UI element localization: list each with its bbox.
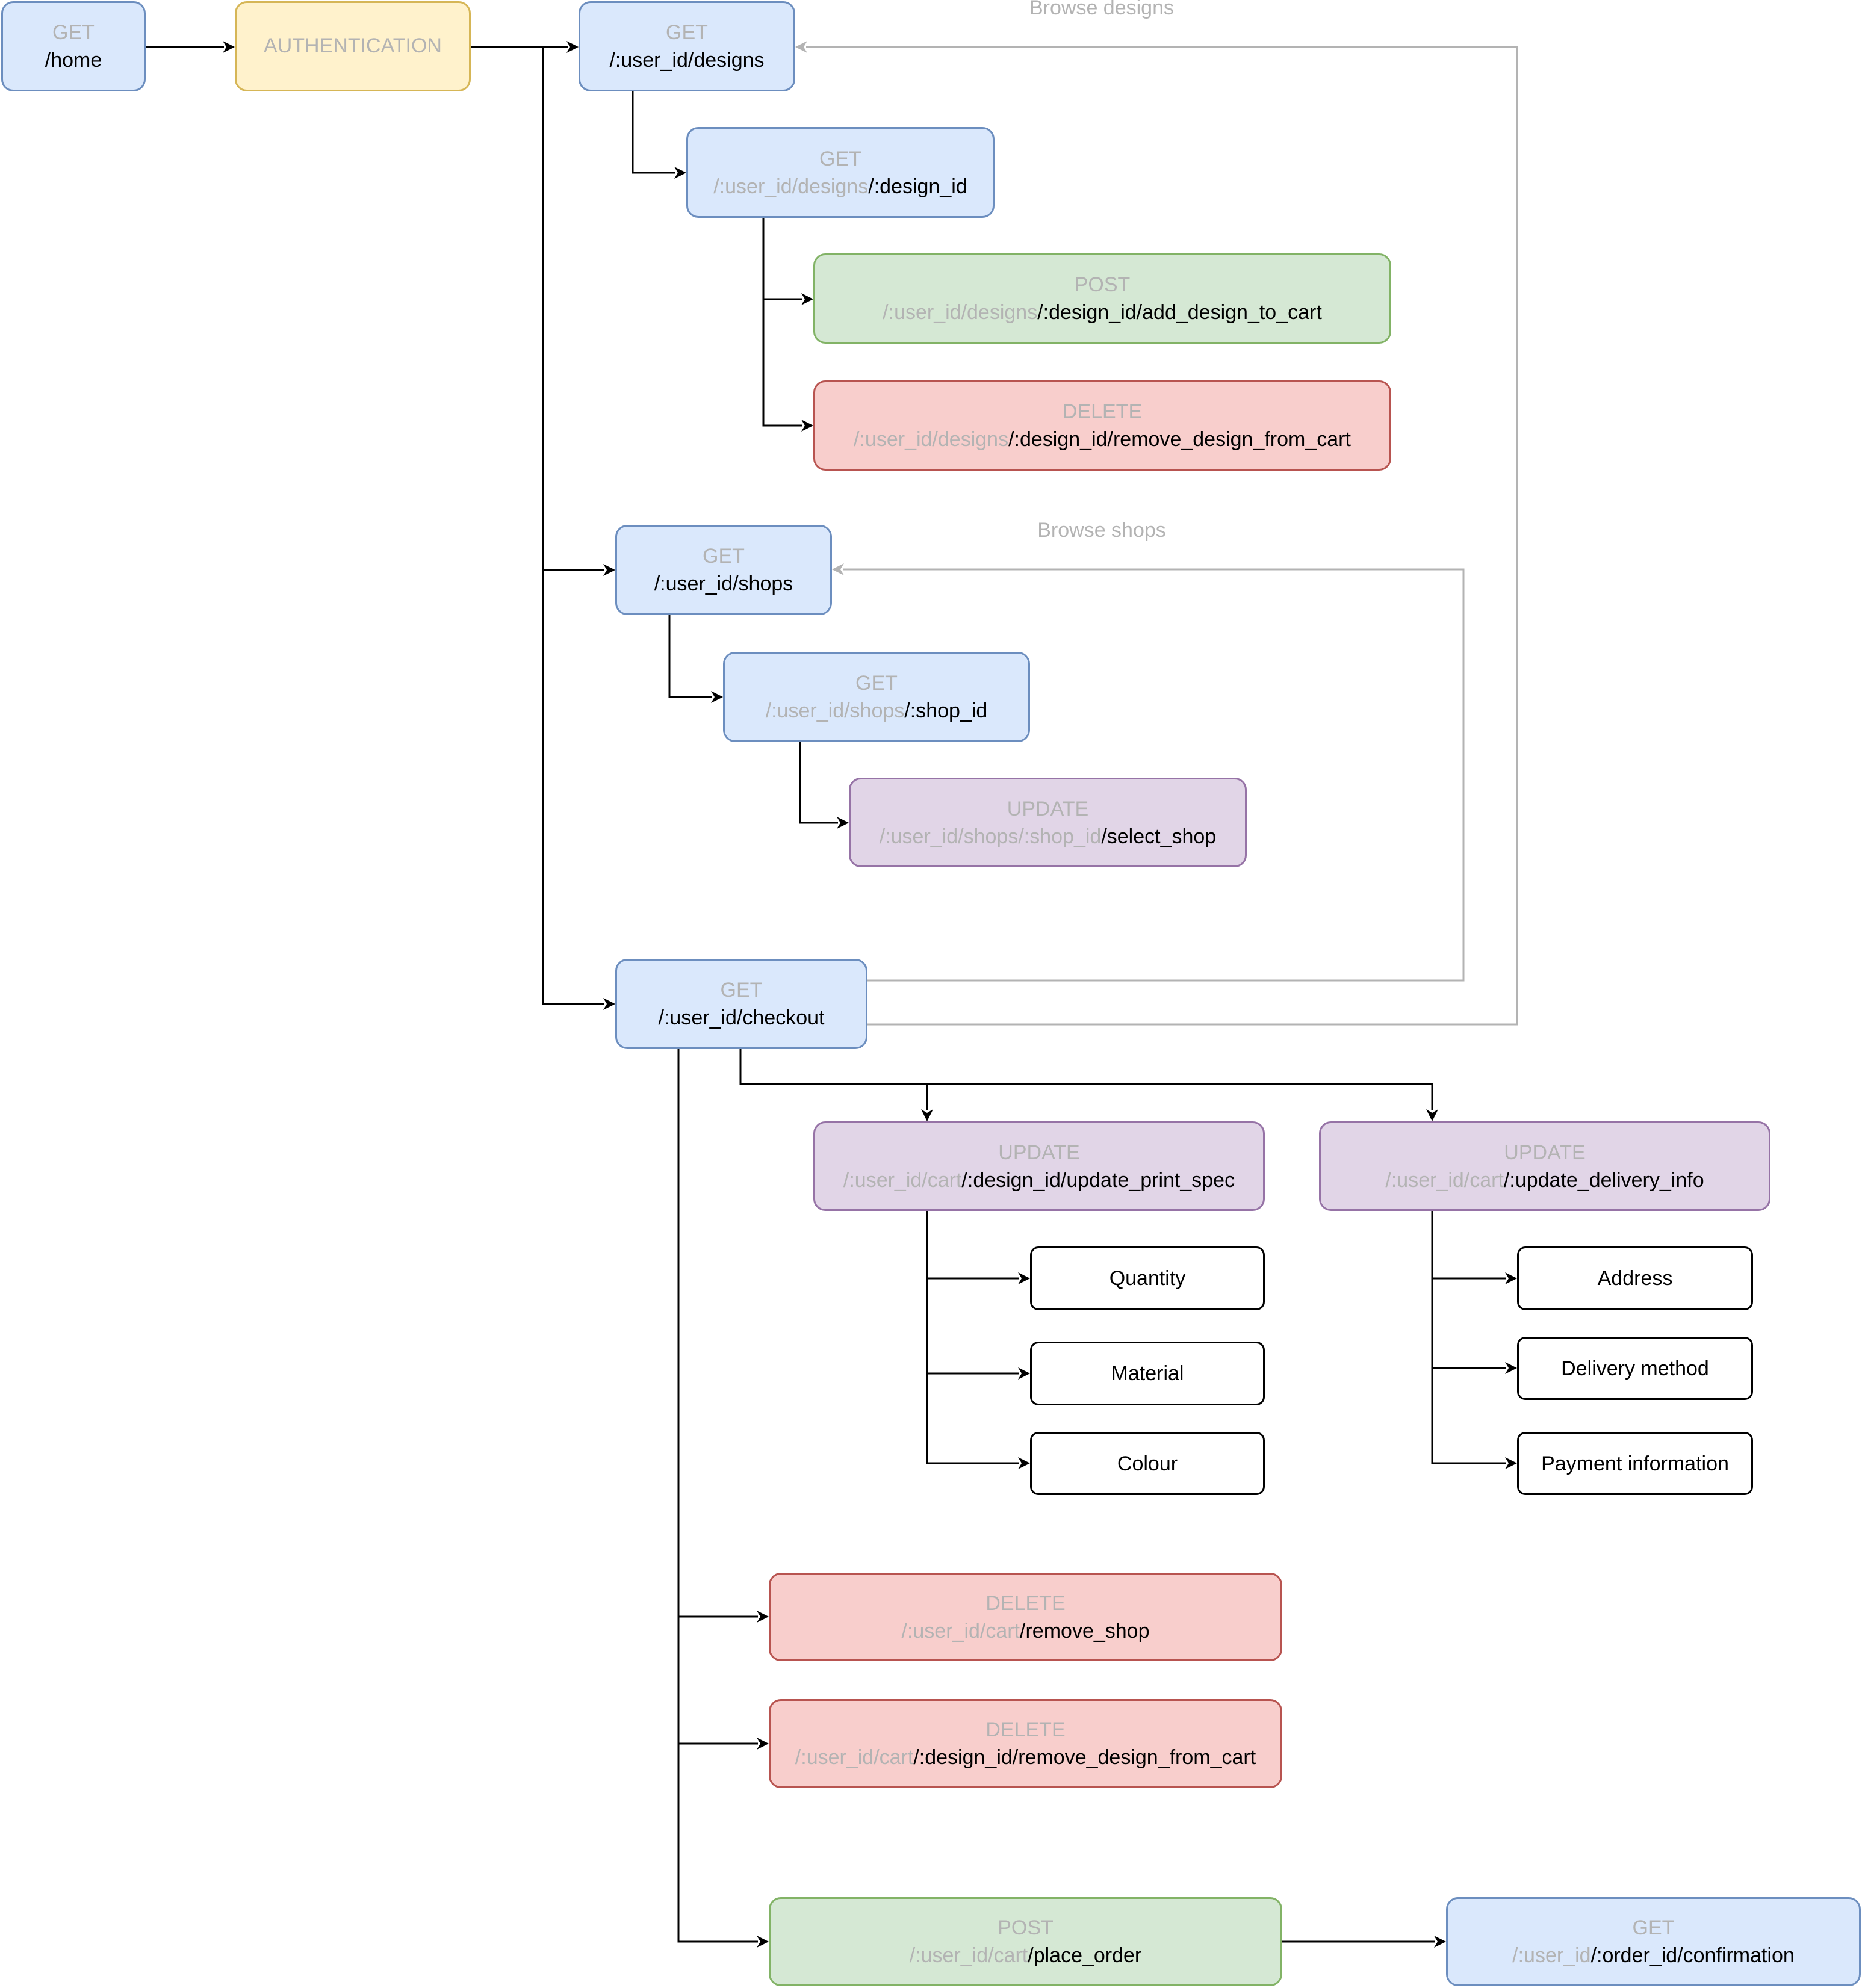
node-delete-design-from-cart-designs[interactable]: DELETE /:user_id/designs/:design_id/remo…: [813, 380, 1391, 471]
endpoint-path: /:user_id/shops/:shop_id: [765, 699, 988, 722]
field-address[interactable]: Address: [1517, 1246, 1753, 1310]
http-method: GET: [819, 147, 861, 170]
http-method: UPDATE: [998, 1141, 1080, 1164]
http-method: POST: [998, 1916, 1054, 1939]
field-label: Payment information: [1541, 1452, 1729, 1475]
endpoint-path: /:user_id/cart/place_order: [909, 1944, 1142, 1967]
endpoint-path: /:user_id/designs/:design_id/add_design_…: [883, 301, 1322, 324]
http-method: GET: [1632, 1916, 1675, 1939]
arrowhead: [1505, 1362, 1517, 1374]
field-label: Delivery method: [1561, 1357, 1709, 1380]
node-get-checkout[interactable]: GET /:user_id/checkout: [615, 959, 867, 1049]
arrowhead: [757, 1738, 769, 1750]
field-colour[interactable]: Colour: [1030, 1432, 1265, 1495]
http-method: DELETE: [985, 1718, 1066, 1741]
node-update-print-spec[interactable]: UPDATE /:user_id/cart/:design_id/update_…: [813, 1121, 1265, 1211]
arrowhead: [566, 41, 579, 53]
node-get-shop-id[interactable]: GET /:user_id/shops/:shop_id: [723, 652, 1030, 742]
node-delete-remove-design-from-cart[interactable]: DELETE /:user_id/cart/:design_id/remove_…: [769, 1699, 1282, 1788]
edge-loop-browse-shops: [843, 568, 1465, 982]
node-authentication[interactable]: AUTHENTICATION: [235, 1, 471, 91]
node-get-home[interactable]: GET /home: [1, 1, 146, 91]
field-label: Material: [1111, 1362, 1184, 1385]
node-get-designs[interactable]: GET /:user_id/designs: [579, 1, 795, 91]
arrowhead: [837, 817, 849, 829]
node-post-place-order[interactable]: POST /:user_id/cart/place_order: [769, 1897, 1282, 1986]
field-payment-information[interactable]: Payment information: [1517, 1432, 1753, 1495]
arrowhead: [603, 564, 615, 576]
field-quantity[interactable]: Quantity: [1030, 1246, 1265, 1310]
endpoint-path: /:user_id/cart/:design_id/remove_design_…: [795, 1746, 1256, 1769]
arrowhead: [757, 1936, 769, 1948]
arrowhead: [921, 1109, 933, 1121]
arrowhead: [1505, 1457, 1517, 1469]
edge-shop-id-select: [799, 742, 838, 824]
field-label: Address: [1597, 1267, 1673, 1290]
field-label: Quantity: [1109, 1267, 1186, 1290]
endpoint-path: /:user_id/:order_id/confirmation: [1512, 1944, 1795, 1967]
arrowhead: [1434, 1936, 1446, 1948]
http-method: POST: [1074, 273, 1131, 296]
endpoint-path: /:user_id/checkout: [658, 1006, 825, 1029]
arrowhead-loop: [832, 563, 844, 575]
node-post-add-design-to-cart[interactable]: POST /:user_id/designs/:design_id/add_de…: [813, 253, 1391, 344]
edge-designs-design-id: [632, 91, 675, 174]
field-delivery-method[interactable]: Delivery method: [1517, 1337, 1753, 1400]
loop-label-browse-shops: Browse shops: [1037, 519, 1166, 542]
node-get-shops[interactable]: GET /:user_id/shops: [615, 525, 832, 615]
arrowhead: [801, 293, 813, 305]
http-method: GET: [720, 979, 763, 1002]
endpoint-path: /:user_id/cart/remove_shop: [901, 1619, 1150, 1643]
http-method: GET: [703, 545, 745, 568]
arrowhead: [801, 420, 813, 432]
field-label: Colour: [1117, 1452, 1178, 1475]
arrowhead: [1018, 1272, 1030, 1284]
arrowhead: [223, 41, 235, 53]
endpoint-path: /:user_id/designs/:design_id: [713, 175, 967, 198]
edge-print-spec-fields: [926, 1211, 1019, 1464]
http-method: GET: [666, 21, 708, 44]
node-update-delivery-info[interactable]: UPDATE /:user_id/cart/:update_delivery_i…: [1319, 1121, 1770, 1211]
loop-label-browse-designs: Browse designs: [1029, 0, 1175, 19]
arrowhead: [757, 1611, 769, 1623]
edge-checkout-trunk: [677, 1049, 758, 1943]
http-method: DELETE: [985, 1591, 1066, 1615]
edge-design-id-children: [762, 218, 802, 427]
node-get-design-id[interactable]: GET /:user_id/designs/:design_id: [686, 127, 995, 218]
node-update-select-shop[interactable]: UPDATE /:user_id/shops/:shop_id/select_s…: [849, 778, 1247, 867]
endpoint-path: /home: [45, 49, 102, 72]
trunk-line: [542, 47, 604, 1005]
edge-checkout-updates: [739, 1049, 1433, 1110]
http-method: UPDATE: [1007, 797, 1089, 820]
field-material[interactable]: Material: [1030, 1342, 1265, 1405]
arrowhead: [711, 691, 723, 703]
arrowhead: [1505, 1272, 1517, 1284]
arrowhead: [1426, 1109, 1438, 1121]
http-method: UPDATE: [1504, 1141, 1586, 1164]
endpoint-path: /:user_id/shops: [654, 572, 793, 595]
edge-shops-shop-id: [668, 615, 712, 698]
endpoint-path: /:user_id/shops/:shop_id/select_shop: [879, 825, 1217, 848]
http-method: GET: [52, 21, 95, 44]
arrowhead: [674, 167, 686, 179]
auth-label: AUTHENTICATION: [264, 34, 442, 57]
edge-delivery-fields: [1431, 1211, 1506, 1464]
arrowhead-loop: [795, 41, 807, 53]
arrowhead: [1018, 1367, 1030, 1380]
arrowhead: [1018, 1457, 1030, 1469]
endpoint-path: /:user_id/cart/:update_delivery_info: [1385, 1168, 1704, 1192]
endpoint-path: /:user_id/designs/:design_id/remove_desi…: [854, 428, 1351, 451]
node-delete-remove-shop[interactable]: DELETE /:user_id/cart/remove_shop: [769, 1573, 1282, 1661]
arrowhead: [603, 998, 615, 1010]
http-method: DELETE: [1062, 400, 1143, 423]
endpoint-path: /:user_id/cart/:design_id/update_print_s…: [843, 1168, 1235, 1192]
http-method: GET: [855, 672, 898, 695]
node-get-order-confirmation[interactable]: GET /:user_id/:order_id/confirmation: [1446, 1897, 1861, 1986]
endpoint-path: /:user_id/designs: [609, 49, 765, 72]
